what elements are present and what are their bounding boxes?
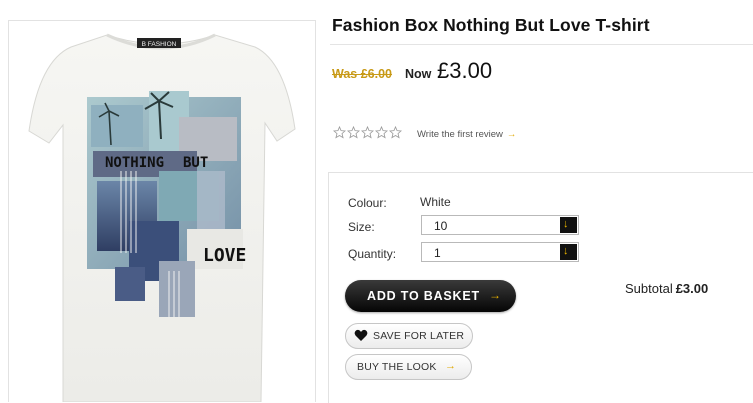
star-outline-icon <box>389 126 402 139</box>
colour-value: White <box>420 195 451 209</box>
write-review-link[interactable]: Write the first review → <box>417 129 516 140</box>
product-image-panel[interactable]: B FASHION NOTHING BUT LOVE <box>8 20 316 402</box>
quantity-select[interactable]: 1 ↓ <box>421 242 579 262</box>
quantity-selected-value: 1 <box>434 246 441 260</box>
subtotal: Subtotal £3.00 <box>625 281 708 296</box>
arrow-down-icon: ↓ <box>563 218 569 230</box>
quantity-dropdown-button[interactable]: ↓ <box>560 244 577 260</box>
star-outline-icon <box>361 126 374 139</box>
product-image: B FASHION NOTHING BUT LOVE <box>28 33 296 402</box>
print-word-but: BUT <box>183 155 208 171</box>
star-outline-icon <box>347 126 360 139</box>
size-selected-value: 10 <box>434 219 448 233</box>
size-select[interactable]: 10 ↓ <box>421 215 579 235</box>
purchase-options-panel: Colour: White Size: 10 ↓ Quantity: 1 ↓ A… <box>328 172 753 403</box>
rating-stars <box>333 126 402 140</box>
brand-tag-text: B FASHION <box>142 41 177 48</box>
size-dropdown-button[interactable]: ↓ <box>560 217 577 233</box>
title-divider <box>330 44 753 45</box>
subtotal-value: £3.00 <box>675 281 709 296</box>
quantity-label: Quantity: <box>348 247 397 261</box>
save-for-later-label: SAVE FOR LATER <box>373 330 465 342</box>
save-for-later-button[interactable]: SAVE FOR LATER <box>345 323 473 349</box>
now-price: £3.00 <box>437 58 493 83</box>
print-word-love: LOVE <box>203 245 246 266</box>
was-price: Was £6.00 <box>332 67 392 81</box>
now-label: Now <box>405 67 432 81</box>
star-outline-icon <box>333 126 346 139</box>
arrow-right-icon: → <box>445 360 456 372</box>
heart-icon <box>354 329 368 341</box>
write-review-label: Write the first review <box>417 129 503 140</box>
add-to-basket-label: ADD TO BASKET <box>367 289 480 303</box>
arrow-down-icon: ↓ <box>563 245 569 257</box>
star-outline-icon <box>375 126 388 139</box>
buy-the-look-label: BUY THE LOOK <box>357 361 437 373</box>
colour-label: Colour: <box>348 196 387 210</box>
arrow-right-icon: → <box>489 288 501 302</box>
size-label: Size: <box>348 220 375 234</box>
arrow-right-icon: → <box>506 129 517 140</box>
add-to-basket-button[interactable]: ADD TO BASKET → <box>345 280 516 312</box>
product-title: Fashion Box Nothing But Love T-shirt <box>332 15 650 35</box>
subtotal-label: Subtotal <box>625 281 673 296</box>
print-word-nothing: NOTHING <box>105 155 164 171</box>
buy-the-look-button[interactable]: BUY THE LOOK → <box>345 354 472 380</box>
